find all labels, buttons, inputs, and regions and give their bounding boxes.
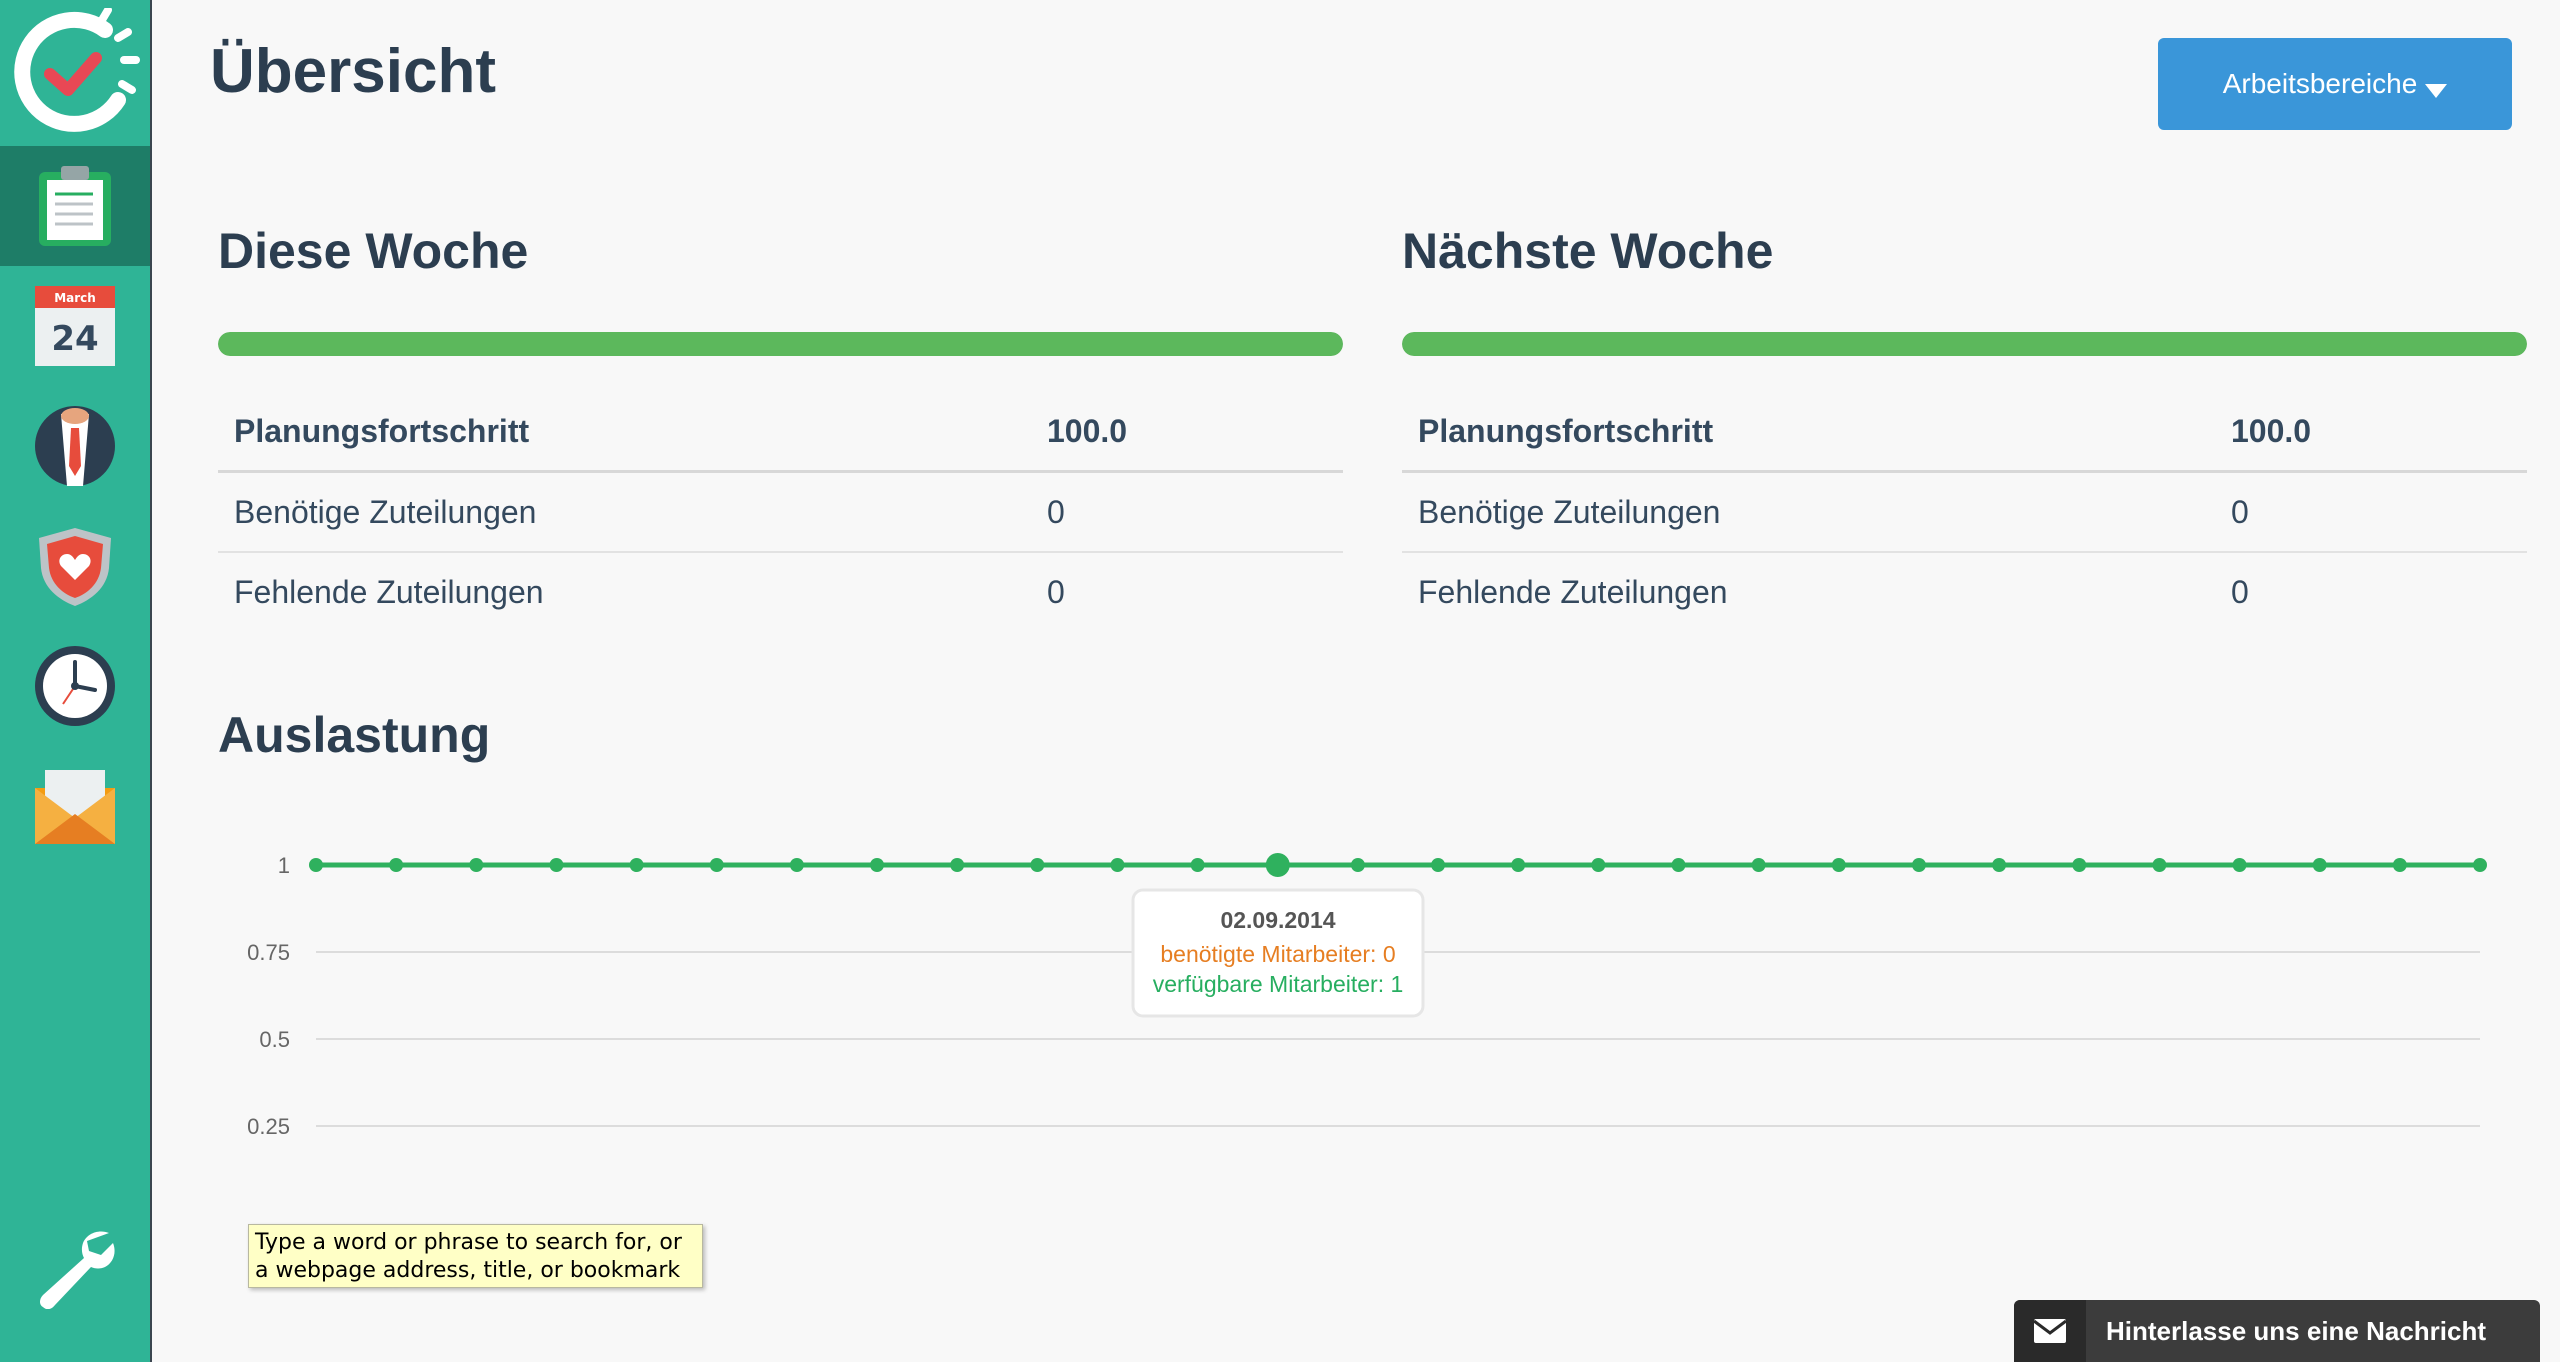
data-point[interactable]: [469, 858, 484, 872]
stat-label: Benötige Zuteilungen: [218, 471, 1031, 553]
data-point[interactable]: [2392, 858, 2407, 872]
data-point[interactable]: [1265, 853, 1290, 877]
employee-icon: [35, 406, 115, 486]
data-point[interactable]: [870, 858, 885, 872]
sidebar-item-messages[interactable]: [0, 746, 150, 866]
tooltip-date: 02.09.2014: [1220, 907, 1335, 933]
clipboard-icon: [39, 166, 111, 246]
table-row: Benötige Zuteilungen 0: [1402, 471, 2527, 553]
svg-text:24: 24: [51, 319, 98, 359]
this-week-progress-fill: [218, 332, 1343, 356]
data-point[interactable]: [1511, 858, 1526, 872]
data-point[interactable]: [2072, 858, 2087, 872]
sidebar-item-settings[interactable]: [0, 1212, 150, 1322]
stat-value: 100.0: [1031, 392, 1343, 473]
this-week-panel: Diese Woche Planungsfortschritt 100.0 Be…: [218, 222, 1343, 610]
chart-tooltip: 02.09.2014 benötigte Mitarbeiter: 0 verf…: [1131, 888, 1425, 1018]
y-tick-label: 0.5: [259, 1027, 290, 1052]
data-point[interactable]: [1992, 858, 2007, 872]
data-point[interactable]: [789, 858, 804, 872]
leave-message-label: Hinterlasse uns eine Nachricht: [2106, 1315, 2487, 1346]
chat-icon-box: [2014, 1300, 2086, 1362]
data-point[interactable]: [1831, 858, 1846, 872]
wrench-icon: [40, 1231, 115, 1309]
workspaces-button-label: Arbeitsbereiche: [2222, 68, 2418, 99]
svg-text:March: March: [54, 291, 96, 305]
this-week-progress-bar: [218, 332, 1343, 356]
next-week-progress-bar: [1402, 332, 2527, 356]
table-row: Planungsfortschritt 100.0: [1402, 392, 2527, 473]
table-row: Fehlende Zuteilungen 0: [1402, 552, 2527, 631]
data-point[interactable]: [1110, 858, 1125, 872]
data-point[interactable]: [1431, 858, 1446, 872]
data-point[interactable]: [309, 858, 323, 872]
data-point[interactable]: [1751, 858, 1766, 872]
envelope-icon: [35, 770, 115, 844]
stat-label: Planungsfortschritt: [1402, 392, 2215, 473]
page-title: Übersicht: [210, 37, 496, 106]
tooltip-needed: benötigte Mitarbeiter: 0: [1160, 941, 1395, 967]
shield-heart-icon: [39, 528, 111, 606]
next-week-panel: Nächste Woche Planungsfortschritt 100.0 …: [1402, 222, 2527, 610]
stat-label: Fehlende Zuteilungen: [1418, 573, 1728, 610]
data-point[interactable]: [549, 858, 564, 872]
stat-value: 0: [2215, 471, 2527, 553]
data-point[interactable]: [1911, 858, 1926, 872]
next-week-stats-table: Planungsfortschritt 100.0 Benötige Zutei…: [1402, 392, 2527, 631]
app-logo[interactable]: [10, 6, 140, 138]
stat-label: Fehlende Zuteilungen: [234, 573, 544, 610]
logo-icon: [14, 6, 140, 132]
browser-tooltip: Type a word or phrase to search for, or …: [248, 1224, 703, 1288]
stat-value: 100.0: [2215, 392, 2527, 473]
stat-value: 0: [1031, 471, 1343, 553]
sidebar-item-employees[interactable]: [0, 386, 150, 506]
chevron-down-icon: [2425, 84, 2448, 98]
this-week-stats-table: Planungsfortschritt 100.0 Benötige Zutei…: [218, 392, 1343, 631]
stat-label: Benötige Zuteilungen: [1402, 471, 2215, 553]
data-point[interactable]: [2232, 858, 2247, 872]
workspaces-dropdown-button[interactable]: Arbeitsbereiche: [2158, 38, 2512, 130]
sidebar-item-time[interactable]: [0, 626, 150, 746]
table-row: Benötige Zuteilungen 0: [218, 471, 1343, 553]
main-content: Übersicht Arbeitsbereiche Diese Woche Pl…: [152, 0, 2560, 1362]
sidebar-item-calendar[interactable]: March 24: [0, 266, 150, 386]
y-tick-label: 0.25: [247, 1114, 290, 1139]
data-point[interactable]: [709, 858, 724, 872]
data-point[interactable]: [2312, 858, 2327, 872]
data-point[interactable]: [1591, 858, 1606, 872]
next-week-title: Nächste Woche: [1402, 223, 1774, 279]
data-point[interactable]: [1190, 858, 1205, 872]
clock-icon: [35, 646, 115, 726]
sidebar-item-health[interactable]: [0, 506, 150, 626]
stat-label: Planungsfortschritt: [218, 392, 1031, 473]
stat-value: 0: [2231, 573, 2249, 610]
stat-value: 0: [1047, 573, 1065, 610]
calendar-icon: March 24: [35, 286, 115, 366]
data-point[interactable]: [950, 858, 965, 872]
data-point[interactable]: [1350, 858, 1365, 872]
data-point[interactable]: [1030, 858, 1045, 872]
data-point[interactable]: [389, 858, 404, 872]
envelope-icon: [2033, 1319, 2067, 1343]
y-tick-label: 0.75: [247, 940, 290, 965]
table-row: Fehlende Zuteilungen 0: [218, 552, 1343, 631]
utilization-title: Auslastung: [218, 707, 491, 763]
data-point[interactable]: [2473, 858, 2487, 872]
data-point[interactable]: [2152, 858, 2167, 872]
tooltip-available: verfügbare Mitarbeiter: 1: [1153, 971, 1404, 997]
sidebar: March 24: [0, 0, 152, 1362]
this-week-title: Diese Woche: [218, 223, 529, 279]
table-row: Planungsfortschritt 100.0: [218, 392, 1343, 473]
next-week-progress-fill: [1402, 332, 2527, 356]
leave-message-button[interactable]: Hinterlasse uns eine Nachricht: [2014, 1300, 2540, 1362]
data-point[interactable]: [629, 858, 644, 872]
y-tick-label: 1: [278, 853, 290, 878]
data-point[interactable]: [1671, 858, 1686, 872]
sidebar-item-dashboard[interactable]: [0, 146, 150, 266]
